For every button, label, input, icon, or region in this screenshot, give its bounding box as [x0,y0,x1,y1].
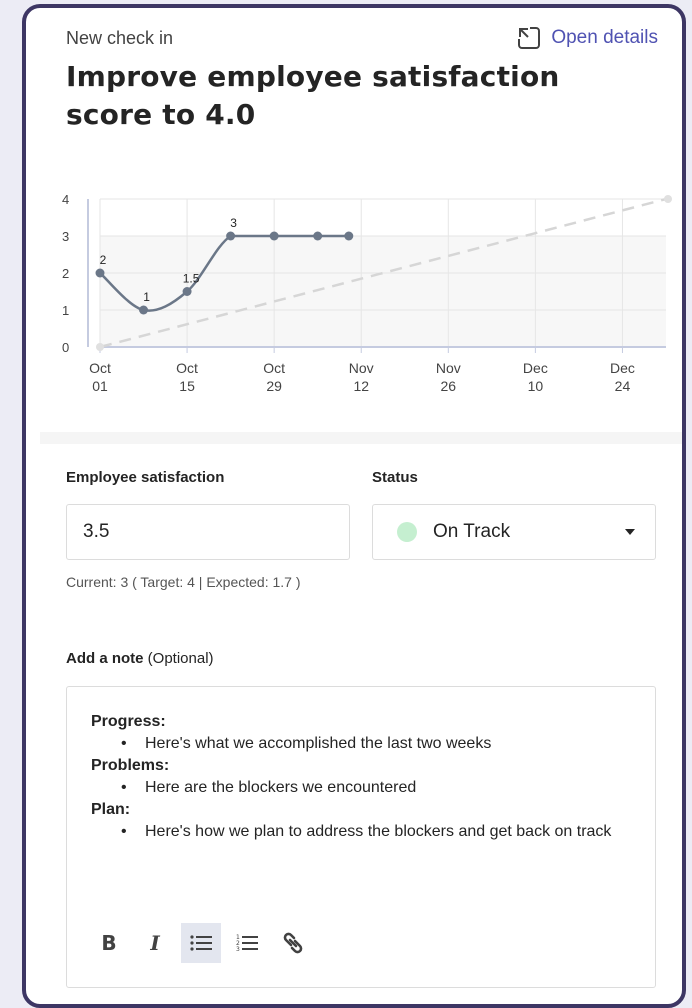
note-editor[interactable]: Progress: Here's what we accomplished th… [66,686,656,988]
numbered-list-button[interactable]: 1 2 3 [227,923,267,963]
data-label: 1 [143,290,150,304]
x-tick-month: Oct [176,360,198,376]
panel-kicker: New check in [66,28,174,48]
y-tick-label: 3 [62,229,69,244]
expected-end-point [664,195,672,203]
data-point [313,231,323,241]
status-dot [397,522,417,542]
x-tick-month: Dec [610,360,635,376]
note-heading-progress: Progress: [91,713,166,730]
note-content[interactable]: Progress: Here's what we accomplished th… [91,711,631,843]
note-optional: (Optional) [147,650,214,667]
svg-text:3: 3 [236,946,240,953]
open-details-link[interactable]: Open details [517,26,658,50]
metric-label: Employee satisfaction [66,469,225,486]
open-external-icon [517,26,541,50]
x-tick-day: 15 [179,378,195,394]
data-point [95,268,105,278]
section-divider [40,432,682,444]
status-dropdown[interactable]: On Track [372,504,656,560]
note-label: Add a note (Optional) [66,650,214,667]
link-icon [283,932,303,954]
note-heading-problems: Problems: [91,757,170,774]
data-label: 2 [100,253,107,267]
numbered-list-icon: 1 2 3 [236,934,258,953]
x-tick-month: Oct [263,360,285,376]
current-target-expected: Current: 3 ( Target: 4 | Expected: 1.7 ) [66,574,301,590]
metric-value-input[interactable]: 3.5 [66,504,350,560]
bulleted-list-icon [190,935,212,951]
check-in-panel: New check in Open details Improve employ… [22,4,686,1008]
note-heading-plan: Plan: [91,801,131,818]
link-button[interactable] [273,923,313,963]
expected-start-point [96,343,104,351]
data-point [269,231,279,241]
y-tick-label: 4 [62,192,69,207]
note-bullet-progress: Here's what we accomplished the last two… [91,733,631,755]
x-tick-day: 29 [266,378,282,394]
chevron-down-icon [625,529,635,535]
y-tick-label: 0 [62,340,69,355]
data-label: 3 [230,216,237,230]
progress-chart: 01234Oct01Oct15Oct29Nov12Nov26Dec10Dec24… [62,192,672,394]
bulleted-list-button[interactable] [181,923,221,963]
note-label-text: Add a note [66,650,144,667]
note-bullet-problems: Here are the blockers we encountered [91,777,631,799]
data-point [182,287,192,296]
data-point [344,231,354,241]
x-tick-day: 26 [441,378,457,394]
open-details-label: Open details [551,27,658,48]
x-tick-month: Nov [349,360,374,376]
x-tick-month: Oct [89,360,111,376]
x-tick-day: 24 [615,378,631,394]
metric-value-text: 3.5 [83,521,110,542]
x-tick-day: 10 [528,378,544,394]
italic-button[interactable]: I [135,923,175,963]
x-tick-day: 12 [353,378,369,394]
note-bullet-plan: Here's how we plan to address the blocke… [91,821,631,843]
data-label: 1.5 [183,272,200,286]
x-tick-day: 01 [92,378,108,394]
data-point [226,231,236,241]
format-toolbar: B I 1 2 3 [89,923,313,963]
status-value: On Track [433,521,511,542]
y-tick-label: 1 [62,303,69,318]
bold-button[interactable]: B [89,923,129,963]
y-tick-label: 2 [62,266,69,281]
x-tick-month: Dec [523,360,548,376]
data-point [139,305,149,315]
status-label: Status [372,469,418,486]
x-tick-month: Nov [436,360,461,376]
objective-title: Improve employee satisfaction score to 4… [66,60,560,131]
